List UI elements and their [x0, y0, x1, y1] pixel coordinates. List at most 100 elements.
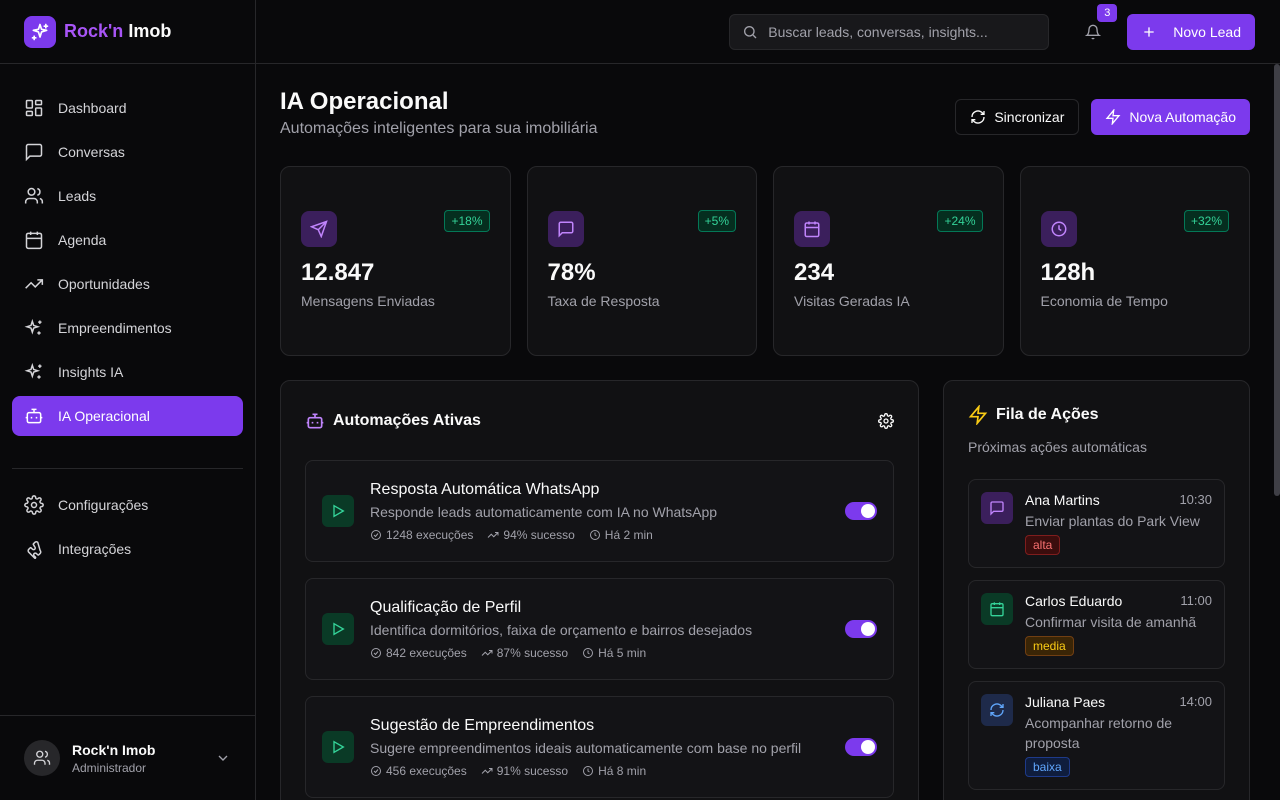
page-title: IA Operacional	[280, 88, 449, 115]
sidebar-item-agenda[interactable]: Agenda	[12, 220, 243, 260]
stat-label: Economia de Tempo	[1040, 293, 1168, 309]
queue-body: Ana Martins 10:30 Enviar plantas do Park …	[1025, 492, 1212, 555]
user-role: Administrador	[72, 760, 147, 775]
page-subtitle: Automações inteligentes para sua imobili…	[280, 120, 598, 137]
sidebar-item-label: Oportunidades	[58, 276, 150, 292]
chat-icon	[547, 211, 584, 247]
executions: 1248 execuções	[370, 528, 473, 542]
queue-title: Fila de Ações	[968, 405, 1225, 425]
sidebar-item-oportunidades[interactable]: Oportunidades	[12, 264, 243, 304]
queue-list: Ana Martins 10:30 Enviar plantas do Park …	[968, 479, 1225, 790]
zap-icon	[968, 405, 988, 425]
stat-value: 234	[794, 259, 835, 286]
executions: 842 execuções	[370, 646, 467, 660]
sidebar-item-insights-ia[interactable]: Insights IA	[12, 352, 243, 392]
sidebar-item-dashboard[interactable]: Dashboard	[12, 88, 243, 128]
calendar-icon	[25, 231, 43, 250]
play-icon[interactable]	[322, 613, 354, 645]
queue-item[interactable]: Ana Martins 10:30 Enviar plantas do Park …	[968, 479, 1225, 568]
stat-card: +24% 234 Visitas Geradas IA	[773, 166, 1004, 356]
action-queue-card: Fila de Ações Próximas ações automáticas…	[943, 380, 1250, 800]
notification-count-badge: 3	[1097, 3, 1118, 22]
user-info: Rock'n Imob Administrador	[72, 742, 203, 775]
sidebar-item-ia-operacional[interactable]: IA Operacional	[12, 396, 243, 436]
sync-label: Sincronizar	[994, 109, 1065, 125]
brand-name: Rock'n Imob	[64, 21, 171, 42]
queue-top: Juliana Paes 14:00	[1025, 694, 1212, 710]
avatar	[24, 740, 60, 776]
automation-item[interactable]: Resposta Automática WhatsApp Responde le…	[305, 460, 894, 562]
trend-icon	[488, 531, 499, 538]
scrollbar[interactable]	[1274, 64, 1280, 496]
brand-name-part2: Imob	[128, 21, 172, 41]
queue-item[interactable]: Juliana Paes 14:00 Acompanhar retorno de …	[968, 681, 1225, 790]
sidebar-item-empreendimentos[interactable]: Empreendimentos	[12, 308, 243, 348]
page-content: IA Operacional Automações inteligentes p…	[256, 64, 1280, 800]
notifications-button[interactable]: 3	[1075, 3, 1118, 50]
zap-icon	[1105, 109, 1121, 125]
automations-title: Automações Ativas	[305, 411, 481, 431]
logo-sparkles-icon	[24, 15, 56, 48]
automation-toggle[interactable]	[845, 502, 877, 520]
stat-label: Mensagens Enviadas	[301, 293, 435, 309]
automations-card: Automações Ativas Resposta Automática Wh…	[280, 380, 919, 800]
clock-icon	[583, 647, 594, 658]
check-circle-icon	[371, 529, 381, 540]
sidebar-item-label: Dashboard	[58, 100, 127, 116]
automation-desc: Identifica dormitórios, faixa de orçamen…	[370, 621, 753, 638]
gear-icon[interactable]	[878, 413, 894, 429]
automation-title: Sugestão de Empreendimentos	[370, 716, 595, 734]
automation-item[interactable]: Sugestão de Empreendimentos Sugere empre…	[305, 696, 894, 798]
stat-delta-badge: +5%	[697, 210, 736, 232]
bot-icon	[306, 413, 324, 429]
puzzle-icon	[27, 541, 42, 559]
automation-toggle[interactable]	[845, 620, 877, 638]
play-icon[interactable]	[322, 731, 354, 763]
sidebar-item-label: Empreendimentos	[58, 320, 172, 336]
automation-meta: 842 execuções 87% sucesso Há 5 min	[370, 646, 829, 660]
brand[interactable]: Rock'n Imob	[0, 0, 255, 64]
sidebar-item-label: Leads	[58, 188, 97, 204]
sidebar-item-label: Configurações	[58, 497, 149, 513]
queue-action: Acompanhar retorno de proposta	[1025, 715, 1173, 751]
clock-icon	[1040, 211, 1077, 247]
automation-toggle[interactable]	[845, 738, 877, 756]
page-header: IA Operacional Automações inteligentes p…	[280, 88, 1250, 138]
stat-delta-badge: +24%	[937, 210, 983, 232]
sparkles-icon	[24, 318, 42, 335]
sidebar-item-conversas[interactable]: Conversas	[12, 132, 243, 172]
trend-icon	[481, 649, 493, 656]
trend-icon	[481, 767, 493, 774]
automations-title-text: Automações Ativas	[333, 412, 481, 429]
last-run-text: Há 8 min	[598, 763, 647, 778]
stats-row: +18% 12.847 Mensagens Enviadas +5% 78% T…	[280, 166, 1250, 356]
stat-value: 78%	[547, 259, 596, 286]
refresh-icon	[981, 694, 1013, 726]
automation-item[interactable]: Qualificação de Perfil Identifica dormit…	[305, 578, 894, 680]
user-name: Rock'n Imob	[72, 741, 156, 758]
new-automation-button[interactable]: Nova Automação	[1091, 99, 1250, 135]
queue-subtitle: Próximas ações automáticas	[968, 439, 1147, 455]
play-icon[interactable]	[322, 495, 354, 527]
sidebar-item-leads[interactable]: Leads	[12, 176, 243, 216]
check-circle-icon	[371, 647, 381, 658]
sidebar-item-configuracoes[interactable]: Configurações	[12, 485, 243, 525]
automation-meta: 1248 execuções 94% sucesso Há 2 min	[370, 528, 829, 542]
new-lead-button[interactable]: Novo Lead	[1127, 13, 1255, 50]
queue-lead-name: Ana Martins	[1025, 492, 1100, 508]
topbar: 3 Novo Lead	[256, 0, 1280, 64]
search-box[interactable]	[729, 13, 1050, 50]
last-run: Há 2 min	[589, 528, 653, 542]
automations-header: Automações Ativas	[305, 411, 894, 431]
queue-lead-name: Juliana Paes	[1025, 694, 1106, 710]
search-input[interactable]	[768, 23, 1029, 40]
sidebar-item-label: Insights IA	[58, 364, 124, 380]
user-menu[interactable]: Rock'n Imob Administrador	[0, 715, 255, 800]
sync-button[interactable]: Sincronizar	[955, 99, 1080, 135]
queue-body: Carlos Eduardo 11:00 Confirmar visita de …	[1025, 593, 1212, 656]
sidebar-item-integracoes[interactable]: Integrações	[12, 529, 243, 569]
last-run: Há 5 min	[582, 646, 646, 660]
chevron-down-icon[interactable]	[215, 750, 231, 766]
queue-item[interactable]: Carlos Eduardo 11:00 Confirmar visita de …	[968, 580, 1225, 669]
stat-label: Taxa de Resposta	[547, 293, 660, 309]
